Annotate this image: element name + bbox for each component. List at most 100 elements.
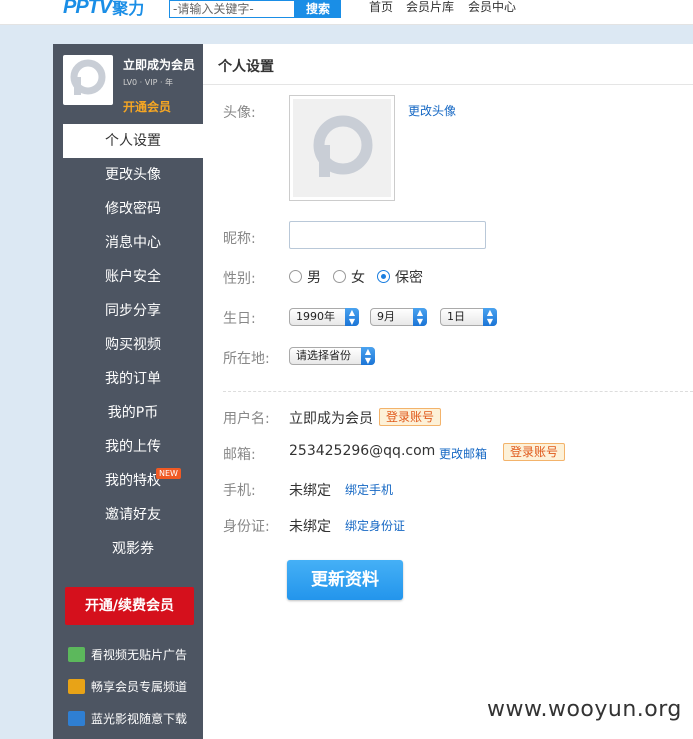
updown-arrow-icon: ▲ ▼ [361, 347, 375, 365]
gender-label: 性别: [223, 271, 256, 287]
avatar[interactable] [63, 55, 113, 105]
phone-label: 手机: [223, 483, 256, 499]
change-avatar-link[interactable]: 更改头像 [408, 102, 456, 119]
updown-arrow-icon: ▲ ▼ [483, 308, 497, 326]
sidebar-item-label: 我的上传 [105, 439, 161, 455]
new-badge: NEW [156, 468, 181, 479]
sidebar-item-label: 同步分享 [105, 303, 161, 319]
avatar-placeholder [293, 99, 391, 197]
pptv-avatar-icon [70, 59, 106, 95]
perk-vip-channel: 畅享会员专属频道 [68, 677, 187, 695]
avatar-preview [289, 95, 395, 201]
sidebar-item-buy-video[interactable]: 购买视频 [63, 328, 203, 362]
email-label: 邮箱: [223, 447, 256, 463]
crown-icon [68, 678, 85, 694]
avatar-label: 头像: [223, 105, 256, 121]
sidebar-item-invite[interactable]: 邀请好友 [63, 498, 203, 532]
birth-day-select[interactable]: 1日 ▲ ▼ [440, 308, 497, 326]
sidebar-item-change-avatar[interactable]: 更改头像 [63, 158, 203, 192]
settings-panel: 个人设置 头像: 更改头像 昵称: 性别: 男 女 保密 生日: 1990年 ▲ ▼… [203, 44, 693, 739]
tv-icon [68, 646, 85, 662]
username-label: 用户名: [223, 411, 270, 427]
update-profile-button[interactable]: 更新资料 [287, 560, 403, 600]
search-button[interactable]: 搜索 [295, 0, 341, 18]
sidebar: 立即成为会员 LV0 · VIP · 年 开通会员 个人设置 更改头像 修改密码… [53, 44, 203, 739]
profile-block: 立即成为会员 LV0 · VIP · 年 开通会员 [53, 44, 203, 124]
pptv-logo[interactable]: PPTV 聚力 [63, 0, 145, 18]
sidebar-item-label: 我的特权 [105, 473, 161, 489]
sidebar-item-label: 个人设置 [105, 133, 161, 149]
sidebar-item-label: 我的订单 [105, 371, 161, 387]
sidebar-item-label: 消息中心 [105, 235, 161, 251]
perk-bluray-download: 蓝光影视随意下载 [68, 709, 187, 727]
selected-value: 9月 [377, 310, 395, 323]
birth-month-select[interactable]: 9月 ▲ ▼ [370, 308, 427, 326]
sidebar-item-messages[interactable]: 消息中心 [63, 226, 203, 260]
birth-year-select[interactable]: 1990年 ▲ ▼ [289, 308, 359, 326]
top-bar: PPTV 聚力 -请输入关键字- 搜索 首页 会员片库 会员中心 [0, 0, 693, 25]
sidebar-item-coupons[interactable]: 观影券 [63, 532, 203, 566]
birthday-label: 生日: [223, 311, 256, 327]
perk-label: 看视频无贴片广告 [91, 647, 188, 662]
page-title: 个人设置 [218, 59, 274, 75]
sidebar-item-label: 邀请好友 [105, 507, 161, 523]
gender-secret-radio[interactable] [377, 270, 390, 283]
renew-vip-button[interactable]: 开通/续费会员 [65, 587, 194, 625]
sidebar-item-p-coins[interactable]: 我的P币 [63, 396, 203, 430]
gender-secret-label: 保密 [395, 270, 423, 286]
logo-pp-text: PPTV [63, 0, 112, 18]
sidebar-item-orders[interactable]: 我的订单 [63, 362, 203, 396]
sidebar-item-label: 更改头像 [105, 167, 161, 183]
perk-label: 蓝光影视随意下载 [91, 711, 188, 726]
sidebar-menu: 个人设置 更改头像 修改密码 消息中心 账户安全 同步分享 购买视频 我的订单 … [63, 124, 203, 566]
search-input[interactable]: -请输入关键字- [169, 0, 295, 18]
username-value: 立即成为会员 [289, 411, 373, 427]
vip-level-badges: LV0 · VIP · 年 [123, 78, 174, 87]
id-card-value: 未绑定 [289, 519, 331, 535]
login-account-badge: 登录账号 [379, 408, 442, 426]
gender-female-radio[interactable] [333, 270, 346, 283]
gender-female-label: 女 [351, 270, 365, 286]
gender-male-radio[interactable] [289, 270, 302, 283]
gender-male-label: 男 [307, 270, 321, 286]
pptv-avatar-icon [313, 115, 373, 177]
nav-vip-center[interactable]: 会员中心 [468, 0, 516, 15]
nickname-label: 昵称: [223, 231, 256, 247]
sidebar-item-personal-settings[interactable]: 个人设置 [63, 124, 203, 158]
phone-value: 未绑定 [289, 483, 331, 499]
download-icon [68, 710, 85, 726]
sidebar-item-label: 我的P币 [107, 405, 159, 421]
nav-home[interactable]: 首页 [369, 0, 393, 15]
nickname-input[interactable] [289, 221, 486, 249]
watermark: www.wooyun.org [487, 697, 682, 722]
sidebar-item-uploads[interactable]: 我的上传 [63, 430, 203, 464]
nav-vip-library[interactable]: 会员片库 [406, 0, 454, 15]
perk-no-ads: 看视频无贴片广告 [68, 645, 187, 663]
sidebar-item-label: 账户安全 [105, 269, 161, 285]
selected-value: 请选择省份 [296, 349, 351, 362]
sidebar-item-label: 购买视频 [105, 337, 161, 353]
sidebar-item-privileges[interactable]: 我的特权 NEW [63, 464, 203, 498]
email-value: 253425296@qq.com [289, 443, 436, 459]
updown-arrow-icon: ▲ ▼ [345, 308, 359, 326]
selected-value: 1日 [447, 310, 465, 323]
sidebar-item-security[interactable]: 账户安全 [63, 260, 203, 294]
sidebar-item-sync-share[interactable]: 同步分享 [63, 294, 203, 328]
open-vip-link[interactable]: 开通会员 [123, 98, 171, 115]
change-email-link[interactable]: 更改邮箱 [439, 445, 487, 462]
perk-label: 畅享会员专属频道 [91, 679, 188, 694]
profile-name: 立即成为会员 [123, 58, 196, 72]
updown-arrow-icon: ▲ ▼ [413, 308, 427, 326]
sidebar-item-change-password[interactable]: 修改密码 [63, 192, 203, 226]
section-divider [223, 391, 693, 392]
selected-value: 1990年 [296, 310, 335, 323]
title-divider [203, 84, 693, 85]
bind-id-card-link[interactable]: 绑定身份证 [345, 517, 405, 534]
sidebar-item-label: 观影券 [112, 541, 154, 557]
logo-jl-text: 聚力 [112, 0, 145, 18]
login-account-badge-email: 登录账号 [503, 443, 566, 461]
bind-phone-link[interactable]: 绑定手机 [345, 481, 393, 498]
id-card-label: 身份证: [223, 519, 270, 535]
province-select[interactable]: 请选择省份 ▲ ▼ [289, 347, 375, 365]
sidebar-item-label: 修改密码 [105, 201, 161, 217]
